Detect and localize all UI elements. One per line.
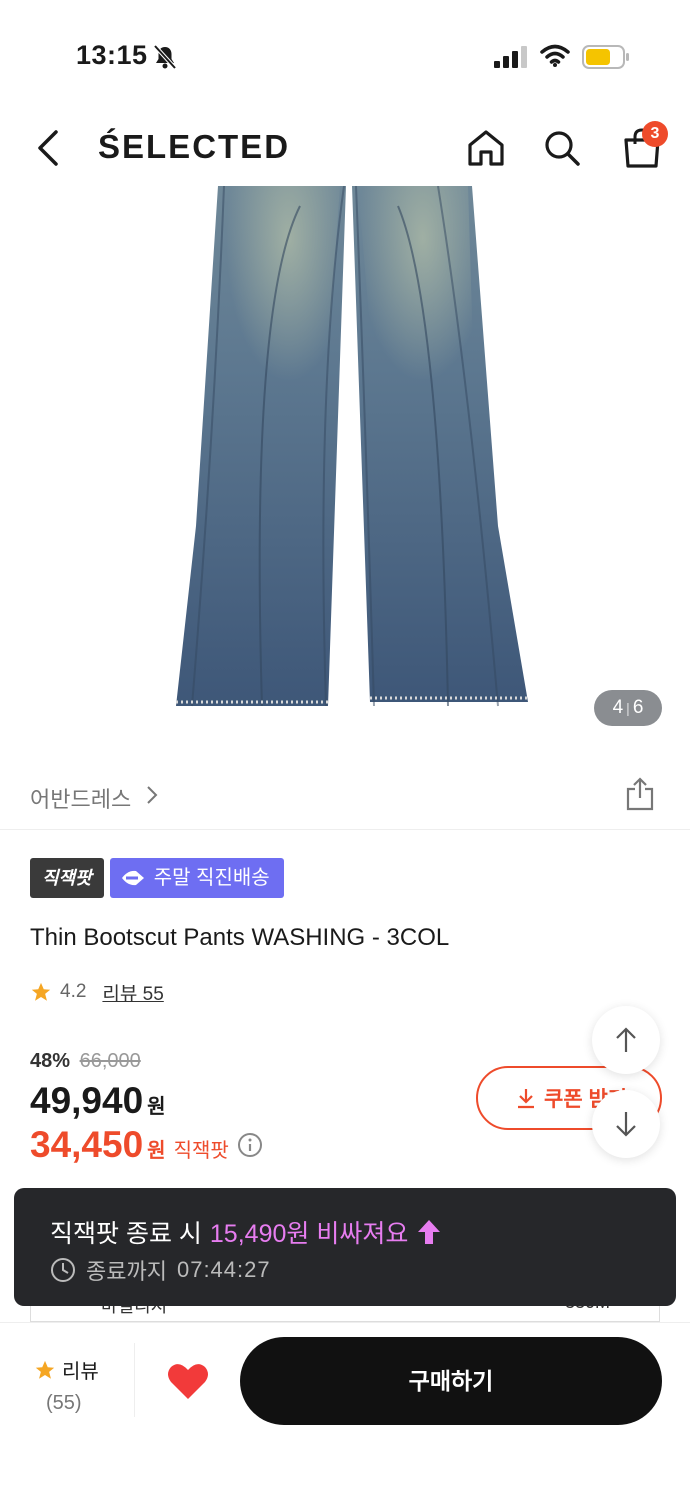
toast-countdown: 종료까지 07:44:27 xyxy=(50,1254,271,1286)
bottom-action-bar: 리뷰 (55) 구매하기 xyxy=(0,1322,690,1500)
review-summary-count: (55) xyxy=(46,1392,82,1414)
discount-rate: 48% xyxy=(30,1050,71,1072)
toast-prefix: 직잭팟 종료 시 xyxy=(50,1220,202,1248)
original-price: 66,000 xyxy=(79,1050,141,1072)
price-row: 49,940 원 xyxy=(30,1080,166,1122)
review-summary-button[interactable]: 리뷰 (55) xyxy=(34,1355,134,1415)
arrow-up-icon xyxy=(616,1027,636,1052)
delivery-badge: 주말 직진배송 xyxy=(109,858,284,898)
clock-icon xyxy=(51,1258,75,1282)
deal-currency: 원 xyxy=(147,1140,166,1162)
rating-row: 4.2 리뷰 55 xyxy=(30,978,164,1006)
price-up-icon xyxy=(418,1220,441,1244)
divider xyxy=(134,1343,135,1417)
countdown-label: 종료까지 xyxy=(86,1259,167,1284)
review-summary-label: 리뷰 xyxy=(62,1361,99,1383)
star-icon xyxy=(35,1360,55,1379)
deal-badge: 직잭팟 xyxy=(30,858,104,898)
deal-price-row: 34,450 원 직잭팟 xyxy=(30,1124,263,1166)
toast-message: 직잭팟 종료 시 15,490원 비싸져요 xyxy=(50,1214,442,1250)
currency-label: 원 xyxy=(147,1096,166,1118)
back-button[interactable] xyxy=(30,128,66,168)
toast-highlight: 15,490원 비싸져요 xyxy=(209,1220,409,1248)
deal-price-label: 직잭팟 xyxy=(173,1140,229,1162)
signal-icon xyxy=(494,46,527,68)
share-icon[interactable] xyxy=(624,776,656,812)
shop-name-link[interactable]: 어반드레스 xyxy=(30,782,131,814)
page-current: 4 xyxy=(612,697,624,718)
search-icon[interactable] xyxy=(542,128,582,168)
star-icon xyxy=(31,982,51,1001)
info-icon[interactable] xyxy=(237,1132,263,1158)
discount-row: 48% 66,000 xyxy=(30,1050,141,1073)
countdown-timer: 07:44:27 xyxy=(176,1257,271,1282)
chevron-right-icon[interactable] xyxy=(144,784,160,806)
home-icon[interactable] xyxy=(466,128,506,168)
review-summary-top: 리뷰 xyxy=(34,1355,134,1384)
product-title: Thin Bootscut Pants WASHING - 3COL xyxy=(30,924,450,951)
review-link[interactable]: 리뷰 55 xyxy=(102,979,163,1006)
battery-icon xyxy=(582,45,629,69)
product-image[interactable] xyxy=(0,186,690,746)
deal-end-toast[interactable]: 직잭팟 종료 시 15,490원 비싸져요 종료까지 07:44:27 xyxy=(14,1188,676,1306)
fast-delivery-icon xyxy=(121,870,144,886)
deal-price: 34,450 xyxy=(30,1124,144,1165)
scroll-down-button[interactable] xyxy=(592,1090,660,1158)
buy-button[interactable]: 구매하기 xyxy=(240,1337,662,1425)
status-bar: 13:15 xyxy=(0,0,690,100)
rating-value: 4.2 xyxy=(60,981,87,1002)
delivery-badge-label: 주말 직진배송 xyxy=(153,867,270,889)
bell-off-icon xyxy=(153,44,177,70)
page-total: 6 xyxy=(632,697,644,718)
download-icon xyxy=(518,1089,534,1109)
status-time: 13:15 xyxy=(76,40,148,70)
image-page-indicator: 4 | 6 xyxy=(594,690,662,726)
jeans-illustration xyxy=(176,186,528,707)
top-nav: ŚELECTED xyxy=(0,110,690,186)
cart-count-badge: 3 xyxy=(642,121,668,147)
shop-row: 어반드레스 xyxy=(0,770,690,830)
product-badges: 직잭팟 주말 직진배송 xyxy=(30,858,284,898)
brand-logo[interactable]: ŚELECTED xyxy=(98,128,290,166)
wifi-icon xyxy=(540,44,570,67)
current-price: 49,940 xyxy=(30,1080,144,1121)
page-separator: | xyxy=(626,700,630,716)
scroll-up-button[interactable] xyxy=(592,1006,660,1074)
arrow-down-icon xyxy=(616,1112,636,1137)
heart-icon[interactable] xyxy=(166,1361,210,1401)
